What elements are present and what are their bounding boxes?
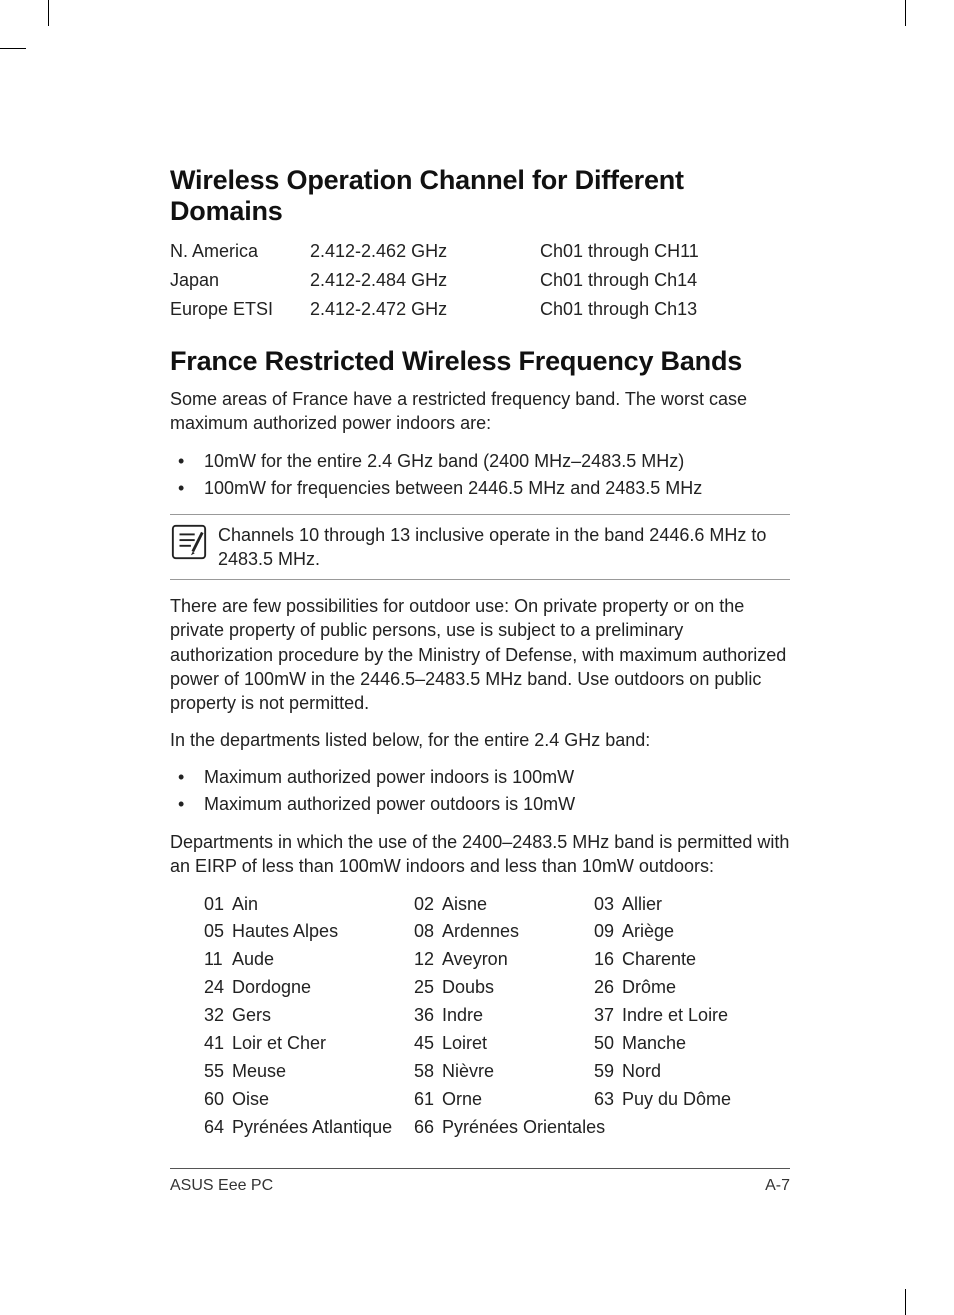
dept-name: Dordogne xyxy=(230,974,311,1002)
list-item: Maximum authorized power indoors is 100m… xyxy=(170,764,790,791)
domain-table: N. America 2.412-2.462 GHz Ch01 through … xyxy=(170,237,790,324)
dept-code: 01 xyxy=(204,891,230,919)
page-content: Wireless Operation Channel for Different… xyxy=(170,165,790,1142)
dept-name: Oise xyxy=(230,1086,269,1114)
table-row: 41Loir et Cher 45Loiret 50Manche xyxy=(204,1030,790,1058)
heading-wireless: Wireless Operation Channel for Different… xyxy=(170,165,790,227)
dept-name: Nièvre xyxy=(440,1058,494,1086)
note-box: Channels 10 through 13 inclusive operate… xyxy=(170,514,790,581)
department-grid: 01Ain 02Aisne 03Allier 05Hautes Alpes 08… xyxy=(204,891,790,1142)
bullet-list: Maximum authorized power indoors is 100m… xyxy=(170,764,790,818)
dept-code: 64 xyxy=(204,1114,230,1142)
dept-name: Aude xyxy=(230,946,274,974)
dept-name: Meuse xyxy=(230,1058,286,1086)
bullet-list: 10mW for the entire 2.4 GHz band (2400 M… xyxy=(170,448,790,502)
page-footer: ASUS Eee PC A-7 xyxy=(170,1168,790,1195)
dept-code: 36 xyxy=(414,1002,440,1030)
dept-name: Manche xyxy=(620,1030,686,1058)
dept-intro: In the departments listed below, for the… xyxy=(170,728,790,752)
table-row: 64Pyrénées Atlantique 66Pyrénées Orienta… xyxy=(204,1114,790,1142)
dept-code: 25 xyxy=(414,974,440,1002)
dept-code: 24 xyxy=(204,974,230,1002)
channels-cell: Ch01 through CH11 xyxy=(540,241,790,262)
dept-name: Loir et Cher xyxy=(230,1030,326,1058)
table-row: Japan 2.412-2.484 GHz Ch01 through Ch14 xyxy=(170,266,790,295)
dept-code: 32 xyxy=(204,1002,230,1030)
table-row: Europe ETSI 2.412-2.472 GHz Ch01 through… xyxy=(170,295,790,324)
dept-code: 58 xyxy=(414,1058,440,1086)
dept-name: Indre et Loire xyxy=(620,1002,728,1030)
outdoor-paragraph: There are few possibilities for outdoor … xyxy=(170,594,790,715)
dept-code: 02 xyxy=(414,891,440,919)
channels-cell: Ch01 through Ch13 xyxy=(540,299,790,320)
dept-name: Drôme xyxy=(620,974,676,1002)
note-icon xyxy=(170,523,208,561)
channels-cell: Ch01 through Ch14 xyxy=(540,270,790,291)
dept-name: Ariège xyxy=(620,918,674,946)
dept-name: Aveyron xyxy=(440,946,508,974)
dept-code: 05 xyxy=(204,918,230,946)
heading-france: France Restricted Wireless Frequency Ban… xyxy=(170,346,790,377)
dept-name: Charente xyxy=(620,946,696,974)
france-intro: Some areas of France have a restricted f… xyxy=(170,387,790,436)
dept-code: 59 xyxy=(594,1058,620,1086)
list-item: 100mW for frequencies between 2446.5 MHz… xyxy=(170,475,790,502)
dept-paragraph: Departments in which the use of the 2400… xyxy=(170,830,790,879)
region-cell: Japan xyxy=(170,270,310,291)
dept-name: Ain xyxy=(230,891,258,919)
dept-code: 37 xyxy=(594,1002,620,1030)
region-cell: N. America xyxy=(170,241,310,262)
dept-code: 55 xyxy=(204,1058,230,1086)
crop-mark xyxy=(905,1289,906,1315)
dept-name: Pyrénées Atlantique xyxy=(230,1114,392,1142)
dept-name: Indre xyxy=(440,1002,483,1030)
freq-cell: 2.412-2.462 GHz xyxy=(310,241,540,262)
table-row: N. America 2.412-2.462 GHz Ch01 through … xyxy=(170,237,790,266)
dept-name: Loiret xyxy=(440,1030,487,1058)
region-cell: Europe ETSI xyxy=(170,299,310,320)
table-row: 05Hautes Alpes 08Ardennes 09Ariège xyxy=(204,918,790,946)
dept-name: Puy du Dôme xyxy=(620,1086,731,1114)
crop-mark xyxy=(0,48,26,49)
table-row: 32Gers 36Indre 37Indre et Loire xyxy=(204,1002,790,1030)
crop-mark xyxy=(48,0,49,26)
dept-name: Pyrénées Orientales xyxy=(440,1114,605,1142)
table-row: 60Oise 61Orne 63Puy du Dôme xyxy=(204,1086,790,1114)
dept-code: 41 xyxy=(204,1030,230,1058)
table-row: 11Aude 12Aveyron 16Charente xyxy=(204,946,790,974)
footer-left: ASUS Eee PC xyxy=(170,1177,273,1195)
dept-code: 09 xyxy=(594,918,620,946)
dept-code: 26 xyxy=(594,974,620,1002)
dept-name: Orne xyxy=(440,1086,482,1114)
dept-code: 50 xyxy=(594,1030,620,1058)
dept-name: Allier xyxy=(620,891,662,919)
dept-name: Gers xyxy=(230,1002,271,1030)
dept-name: Nord xyxy=(620,1058,661,1086)
dept-code: 08 xyxy=(414,918,440,946)
dept-code: 45 xyxy=(414,1030,440,1058)
dept-code: 66 xyxy=(414,1114,440,1142)
footer-right: A-7 xyxy=(765,1177,790,1195)
dept-code: 61 xyxy=(414,1086,440,1114)
dept-code: 11 xyxy=(204,946,230,974)
dept-name: Doubs xyxy=(440,974,494,1002)
list-item: 10mW for the entire 2.4 GHz band (2400 M… xyxy=(170,448,790,475)
freq-cell: 2.412-2.472 GHz xyxy=(310,299,540,320)
dept-code: 03 xyxy=(594,891,620,919)
crop-mark xyxy=(905,0,906,26)
dept-name: Ardennes xyxy=(440,918,519,946)
dept-code: 12 xyxy=(414,946,440,974)
dept-code: 63 xyxy=(594,1086,620,1114)
dept-name: Hautes Alpes xyxy=(230,918,338,946)
table-row: 24Dordogne 25Doubs 26Drôme xyxy=(204,974,790,1002)
table-row: 01Ain 02Aisne 03Allier xyxy=(204,891,790,919)
dept-name: Aisne xyxy=(440,891,487,919)
freq-cell: 2.412-2.484 GHz xyxy=(310,270,540,291)
table-row: 55Meuse 58Nièvre 59Nord xyxy=(204,1058,790,1086)
dept-code: 60 xyxy=(204,1086,230,1114)
dept-code: 16 xyxy=(594,946,620,974)
note-text: Channels 10 through 13 inclusive operate… xyxy=(218,523,790,572)
list-item: Maximum authorized power outdoors is 10m… xyxy=(170,791,790,818)
